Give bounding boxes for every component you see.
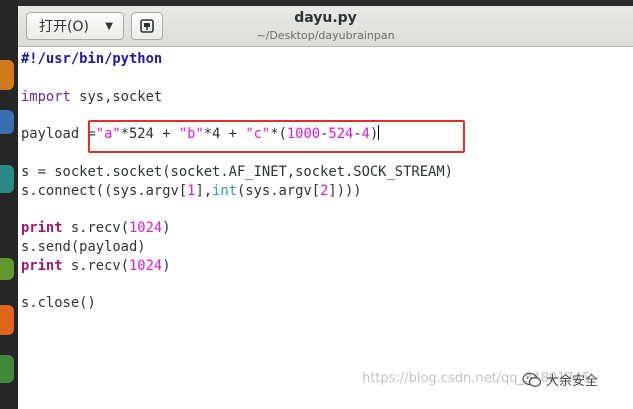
window-subtitle-path: ~/Desktop/dayubrainpan [256, 29, 395, 42]
code-text: s.close() [21, 295, 96, 312]
annotation-highlight-box [88, 120, 465, 153]
code-line: s.close() [21, 294, 453, 313]
shebang: #!/usr/bin/python [21, 51, 163, 67]
code-text: s = socket.socket(socket.AF_INET,socket.… [21, 163, 453, 180]
code-line: print s.recv(1024) [21, 257, 453, 276]
code-text: ) [162, 220, 171, 237]
application-dock [0, 0, 18, 409]
code-text: s.connect((sys.argv[ [21, 182, 188, 199]
code-line: s = socket.socket(socket.AF_INET,socket.… [21, 163, 453, 182]
code-line: s.connect((sys.argv[1],int(sys.argv[2]))… [21, 182, 453, 201]
code-text: ]))) [328, 182, 362, 199]
code-text: s.recv( [62, 220, 129, 237]
code-line: s.send(payload) [21, 238, 453, 257]
builtin-int: int [212, 182, 237, 199]
watermark-brand: 大余安全 [522, 370, 598, 389]
code-line: import sys,socket [21, 88, 453, 107]
code-text: (sys.argv[ [237, 182, 321, 199]
code-text: ], [195, 182, 213, 199]
dock-app-icon-orange[interactable] [0, 60, 14, 90]
code-editor[interactable]: #!/usr/bin/python import sys,socket payl… [18, 47, 633, 409]
window-title: dayu.py [294, 10, 357, 26]
window-header-bar: 打开(O) ▼ dayu.py ~/Desktop/dayubrainpan [18, 6, 633, 47]
code-text: payload = [21, 126, 96, 143]
code-line: print s.recv(1024) [21, 219, 453, 238]
keyword-print: print [21, 257, 63, 274]
number-literal: 1024 [129, 257, 163, 274]
code-text: sys,socket [70, 88, 163, 105]
dock-app-icon-blue[interactable] [0, 110, 14, 134]
dock-app-icon-green[interactable] [0, 258, 14, 280]
code-lines: #!/usr/bin/python import sys,socket payl… [21, 50, 453, 313]
code-line: #!/usr/bin/python [21, 50, 453, 69]
code-text: ) [162, 257, 171, 274]
keyword-import: import [21, 88, 71, 105]
dock-app-icon-orange-2[interactable] [0, 305, 14, 335]
watermark-brand-label: 大余安全 [546, 374, 599, 389]
keyword-print: print [21, 220, 63, 237]
wechat-icon [522, 372, 542, 387]
dock-app-icon-teal[interactable] [0, 165, 14, 193]
code-text: s.send(payload) [21, 238, 146, 255]
number-literal: 1024 [129, 220, 163, 237]
dock-app-icon-green-2[interactable] [0, 355, 14, 383]
code-text: s.recv( [62, 257, 129, 274]
